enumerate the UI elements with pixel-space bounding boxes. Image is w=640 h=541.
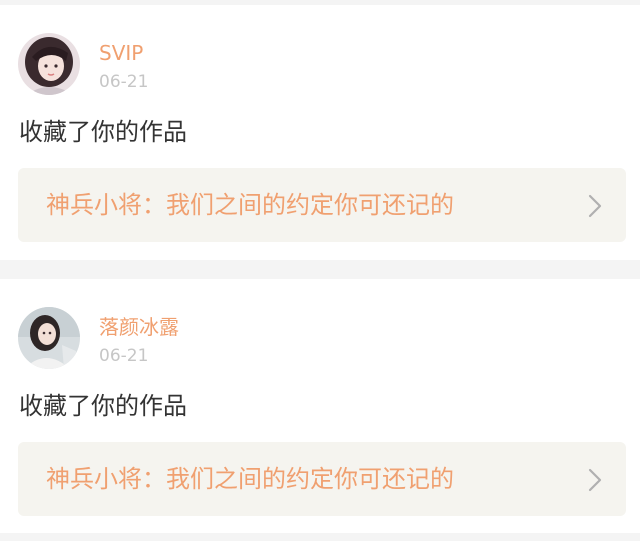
username-label[interactable]: SVIP — [99, 41, 143, 65]
work-link[interactable]: 神兵小将：我们之间的约定你可还记的 — [18, 168, 626, 242]
chevron-right-icon — [588, 194, 602, 218]
chevron-right-icon — [588, 468, 602, 492]
notification-feed: SVIP 06-21 收藏了你的作品 神兵小将：我们之间的约定你可还记的 落颜冰… — [0, 0, 640, 541]
username-label[interactable]: 落颜冰露 — [99, 315, 179, 339]
action-text: 收藏了你的作品 — [19, 118, 187, 146]
work-title: 神兵小将：我们之间的约定你可还记的 — [46, 191, 454, 219]
notification-card: 落颜冰露 06-21 收藏了你的作品 神兵小将：我们之间的约定你可还记的 — [0, 279, 640, 533]
work-link[interactable]: 神兵小将：我们之间的约定你可还记的 — [18, 442, 626, 516]
work-title: 神兵小将：我们之间的约定你可还记的 — [46, 465, 454, 493]
user-avatar-icon[interactable] — [18, 33, 80, 95]
timestamp: 06-21 — [99, 346, 149, 366]
notification-card: SVIP 06-21 收藏了你的作品 神兵小将：我们之间的约定你可还记的 — [0, 5, 640, 260]
user-avatar-icon[interactable] — [18, 307, 80, 369]
action-text: 收藏了你的作品 — [19, 392, 187, 420]
timestamp: 06-21 — [99, 72, 149, 92]
